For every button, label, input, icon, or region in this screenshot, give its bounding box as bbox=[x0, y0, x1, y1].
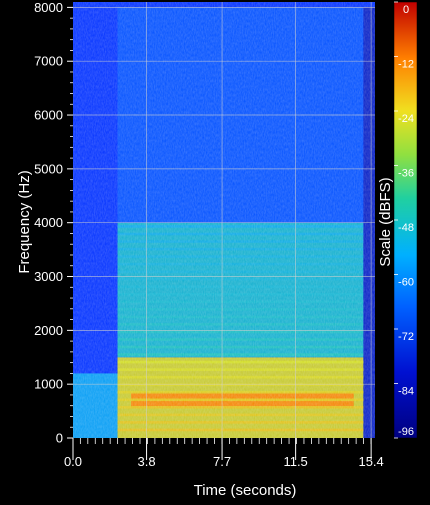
colorbar-tick-label: -72 bbox=[398, 331, 414, 343]
y-tick-label: 2000 bbox=[34, 323, 63, 338]
y-tick-label: 5000 bbox=[34, 161, 63, 176]
colorbar-tick-label: -48 bbox=[398, 222, 414, 234]
y-axis: 0 1000 2000 3000 4000 5000 6000 7000 8000 bbox=[34, 0, 73, 446]
colorbar: 0 -12 -24 -36 -48 -60 -72 -84 -96 Scale (dBFS) bbox=[377, 1, 418, 439]
colorbar-label: Scale (dBFS) bbox=[377, 177, 394, 266]
x-tick-label: 11.5 bbox=[283, 454, 307, 469]
spectrogram-plot-area bbox=[73, 2, 375, 438]
colorbar-tick-label: -36 bbox=[398, 168, 414, 180]
y-tick-label: 7000 bbox=[34, 54, 63, 69]
y-tick-label: 0 bbox=[56, 431, 63, 446]
x-tick-label: 3.8 bbox=[138, 454, 156, 469]
colorbar-tick-label: -96 bbox=[398, 426, 414, 438]
y-tick-label: 6000 bbox=[34, 108, 63, 123]
y-tick-label: 4000 bbox=[34, 215, 63, 230]
colorbar-tick-label: -24 bbox=[398, 113, 414, 125]
colorbar-tick-label: 0 bbox=[403, 4, 409, 16]
y-tick-label: 8000 bbox=[34, 0, 63, 15]
spectrogram-chart: 0 1000 2000 3000 4000 5000 6000 7000 8000 0.0 3.8… bbox=[16, 0, 418, 499]
x-tick-label: 7.7 bbox=[213, 454, 231, 469]
colorbar-tick-label: -60 bbox=[398, 277, 414, 289]
x-tick-label: 0.0 bbox=[64, 454, 82, 469]
y-tick-label: 3000 bbox=[34, 269, 63, 284]
colorbar-tick-label: -84 bbox=[398, 386, 414, 398]
y-tick-label: 1000 bbox=[34, 377, 63, 392]
spectrogram-figure: 0 1000 2000 3000 4000 5000 6000 7000 8000 0.0 3.8… bbox=[0, 0, 430, 500]
x-axis: 0.0 3.8 7.7 11.5 15.4 bbox=[64, 438, 384, 469]
x-axis-label: Time (seconds) bbox=[194, 482, 297, 499]
y-axis-label: Frequency (Hz) bbox=[16, 170, 33, 273]
x-tick-label: 15.4 bbox=[358, 454, 383, 469]
colorbar-tick-label: -12 bbox=[398, 59, 414, 71]
